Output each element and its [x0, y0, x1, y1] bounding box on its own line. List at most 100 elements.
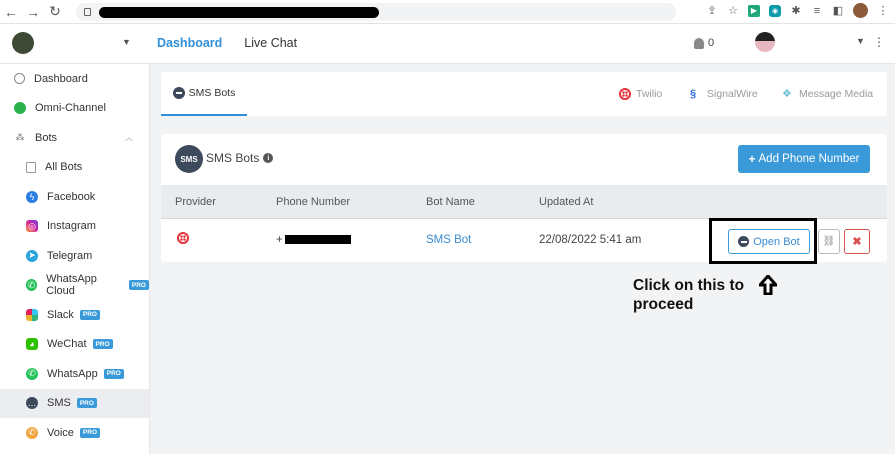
puzzle-icon[interactable]: ✱ [790, 5, 802, 17]
menu-dots-icon[interactable]: ⋮ [873, 35, 885, 49]
open-bot-button[interactable]: Open Bot [728, 229, 810, 254]
sidebar-item-omni-channel[interactable]: Omni-Channel [0, 94, 149, 124]
sidebar-item-label: Voice [47, 426, 74, 439]
tab-message-media[interactable]: ❖ Message Media [782, 88, 873, 100]
sidebar-item-label: Slack [47, 308, 74, 321]
bot-name-link[interactable]: SMS Bot [426, 234, 471, 246]
sidebar-item-label: SMS [47, 397, 71, 410]
voice-icon: ✆ [26, 426, 38, 439]
back-icon[interactable]: ← [0, 1, 22, 23]
add-phone-number-label: Add Phone Number [758, 153, 860, 165]
sidebar-item-label: Dashboard [34, 72, 88, 85]
sidebar-item-label: Telegram [47, 249, 93, 262]
pro-badge: PRO [79, 427, 101, 438]
column-header-bot-name: Bot Name [426, 196, 475, 208]
sms-bubble-icon [738, 236, 750, 247]
chevron-down-icon[interactable]: ▼ [856, 36, 865, 46]
forward-icon[interactable]: → [22, 1, 44, 23]
pro-badge: PRO [128, 280, 149, 291]
notification-count: 0 [708, 37, 715, 49]
card-header: SMS SMS Bots i + Add Phone Number [161, 134, 887, 184]
card-title-text: SMS Bots [206, 151, 260, 165]
sidebar-item-dashboard[interactable]: Dashboard [0, 64, 149, 94]
whatsapp-icon: ✆ [26, 279, 38, 292]
tab-label: Twilio [636, 88, 663, 100]
app-header: ▼ Dashboard Live Chat 0 ▼ ⋮ [0, 24, 895, 64]
extension-green-icon[interactable]: ▶ [748, 4, 760, 17]
messenger-icon: ϟ [26, 190, 38, 203]
open-bot-label: Open Bot [753, 235, 800, 248]
sidebar-item-all-bots[interactable]: All Bots [0, 153, 149, 183]
sidebar-item-bots[interactable]: ⁂ Bots ︿ [0, 123, 149, 153]
sidebar-item-instagram[interactable]: ◎ Instagram [0, 212, 149, 242]
sidebar-item-voice[interactable]: ✆ Voice PRO [0, 418, 149, 448]
sidebar-item-whatsapp-cloud[interactable]: ✆ WhatsApp Cloud PRO [0, 271, 149, 301]
telegram-icon: ➤ [26, 249, 38, 262]
column-header-phone: Phone Number [276, 196, 350, 208]
redacted-phone [284, 235, 351, 245]
pro-badge: PRO [103, 368, 124, 379]
sidebar-item-whatsapp[interactable]: ✆ WhatsApp PRO [0, 359, 149, 389]
nav-live-chat[interactable]: Live Chat [244, 36, 297, 50]
pro-badge: PRO [79, 309, 100, 320]
tab-label: Message Media [799, 88, 874, 100]
provider-tabs: SMS Bots Twilio § SignalWire ❖ Message M… [161, 72, 887, 116]
browser-extensions: ⇪ ☆ ▶ ◉ ✱ ≡ ◧ ⋮ [706, 3, 889, 18]
updated-at-cell: 22/08/2022 5:41 am [539, 234, 642, 246]
chat-bubbles-icon [14, 102, 26, 115]
card-title: SMS Bots i [206, 151, 274, 165]
sidebar-item-sms[interactable]: … SMS PRO [0, 388, 149, 418]
sidebar-item-telegram[interactable]: ➤ Telegram [0, 241, 149, 271]
twilio-icon [177, 232, 189, 244]
extension-teal-icon[interactable]: ◉ [769, 4, 781, 17]
unlink-icon[interactable]: ⛓ [818, 229, 840, 254]
tab-label: SignalWire [707, 88, 758, 100]
plus-icon: + [748, 152, 756, 166]
sidebar-item-facebook[interactable]: ϟ Facebook [0, 182, 149, 212]
tab-signalwire[interactable]: § SignalWire [690, 88, 758, 100]
wechat-icon: ◕ [26, 338, 38, 351]
sidebar: Dashboard Omni-Channel ⁂ Bots ︿ All Bots… [0, 64, 150, 454]
sidebar-item-label: All Bots [45, 161, 83, 174]
share-icon[interactable]: ⇪ [706, 5, 718, 17]
info-icon[interactable]: i [263, 153, 274, 163]
sidebar-item-label: WhatsApp [47, 367, 98, 380]
pro-badge: PRO [76, 398, 97, 409]
star-icon[interactable]: ☆ [727, 5, 739, 17]
sidebar-item-wechat[interactable]: ◕ WeChat PRO [0, 330, 149, 360]
address-bar[interactable] [76, 3, 676, 21]
profile-avatar[interactable] [853, 3, 868, 18]
sidebar-item-label: Instagram [47, 220, 96, 233]
chevron-up-icon[interactable]: ︿ [125, 132, 133, 143]
column-header-provider: Provider [175, 196, 216, 208]
delete-icon[interactable]: ✖ [844, 229, 870, 254]
sms-badge-icon: SMS [175, 145, 203, 173]
twilio-icon [619, 88, 631, 100]
sidebar-icon[interactable]: ◧ [832, 5, 844, 17]
sidebar-item-label: WhatsApp Cloud [46, 273, 97, 298]
bots-icon: ⁂ [15, 132, 25, 143]
notifications[interactable]: 0 [694, 37, 714, 49]
menu-dots-icon[interactable]: ⋮ [877, 5, 889, 17]
tab-twilio[interactable]: Twilio [619, 88, 662, 100]
reload-icon[interactable]: ↻ [44, 1, 66, 23]
add-phone-number-button[interactable]: + Add Phone Number [738, 145, 870, 173]
phone-number-cell: + [276, 234, 351, 246]
pro-badge: PRO [92, 339, 113, 350]
workspace-avatar[interactable] [12, 32, 34, 54]
nav-dashboard[interactable]: Dashboard [157, 36, 222, 50]
chevron-down-icon[interactable]: ▼ [122, 37, 131, 47]
sidebar-item-slack[interactable]: Slack PRO [0, 300, 149, 330]
reading-list-icon[interactable]: ≡ [811, 5, 823, 17]
instagram-icon: ◎ [26, 220, 38, 233]
bell-icon [694, 37, 704, 49]
sidebar-item-label: Omni-Channel [35, 102, 106, 115]
tab-label: SMS Bots [188, 87, 236, 99]
column-header-updated-at: Updated At [539, 196, 594, 208]
lock-icon [84, 8, 91, 16]
tab-sms-bots[interactable]: SMS Bots [161, 72, 247, 116]
signalwire-icon: § [690, 88, 697, 100]
user-avatar[interactable] [755, 32, 775, 52]
sidebar-item-label: Bots [35, 131, 58, 144]
dashboard-icon [14, 73, 25, 85]
